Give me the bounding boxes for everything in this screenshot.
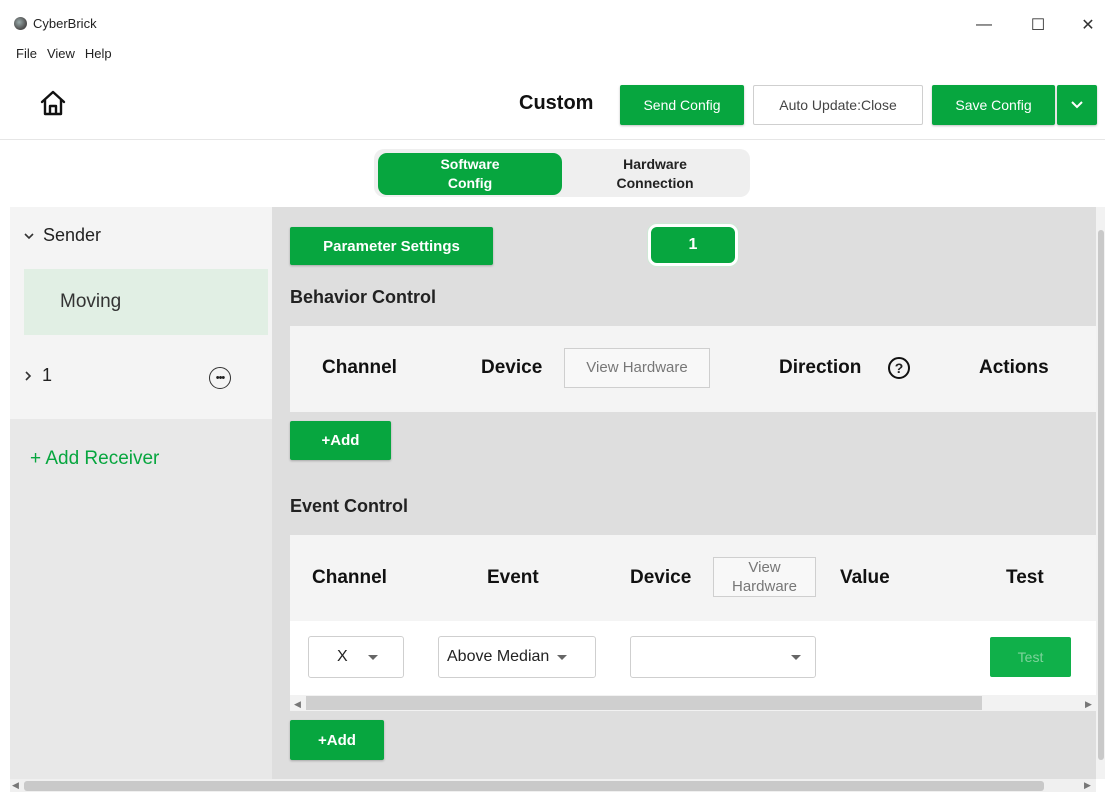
behavior-col-device: Device <box>481 357 543 378</box>
tab-hardware-connection[interactable]: Hardware Connection <box>565 153 745 195</box>
scroll-right-icon[interactable]: ▶ <box>1084 780 1091 791</box>
menu-bar: File View Help <box>0 46 112 68</box>
event-select[interactable]: Above Median <box>438 636 596 678</box>
caret-down-icon <box>557 654 568 660</box>
horizontal-scroll-thumb[interactable] <box>24 781 1044 791</box>
scroll-left-icon[interactable]: ◀ <box>12 780 19 791</box>
behavior-control-title: Behavior Control <box>290 287 437 307</box>
chevron-down-icon <box>1071 101 1083 109</box>
menu-file[interactable]: File <box>16 46 37 68</box>
event-add-button[interactable]: +Add <box>290 720 384 760</box>
event-control-title: Event Control <box>290 496 409 516</box>
tab-software-config[interactable]: Software Config <box>378 153 562 195</box>
close-button[interactable]: ✕ <box>1068 10 1105 40</box>
chevron-down-icon <box>24 232 34 239</box>
event-col-test: Test <box>1006 567 1044 588</box>
scroll-left-icon[interactable]: ◀ <box>294 699 301 710</box>
help-icon[interactable]: ? <box>888 357 910 379</box>
app-logo-icon <box>14 17 27 30</box>
vertical-scroll-thumb[interactable] <box>1098 230 1104 760</box>
window-title: CyberBrick <box>33 16 97 31</box>
sidebar-item-receiver[interactable]: 1 <box>24 365 52 386</box>
behavior-col-actions: Actions <box>979 357 1049 378</box>
device-select[interactable] <box>630 636 816 678</box>
page-title: Custom <box>519 92 594 114</box>
chevron-right-icon <box>25 370 32 381</box>
view-hardware-button[interactable]: View Hardware <box>564 348 710 388</box>
menu-view[interactable]: View <box>47 46 75 68</box>
event-col-event: Event <box>487 567 539 588</box>
save-options-dropdown[interactable] <box>1057 85 1097 125</box>
scroll-right-icon[interactable]: ▶ <box>1085 699 1092 710</box>
minimize-button[interactable]: — <box>964 10 1004 40</box>
menu-help[interactable]: Help <box>85 46 112 68</box>
event-col-device: Device <box>630 567 692 588</box>
maximize-button[interactable]: ☐ <box>1018 10 1058 40</box>
more-options-icon[interactable]: ••• <box>209 367 231 389</box>
event-view-hardware-button[interactable]: View Hardware <box>713 557 816 597</box>
event-table-header <box>290 535 1096 621</box>
auto-update-button[interactable]: Auto Update:Close <box>753 85 923 125</box>
title-bar <box>0 0 1105 44</box>
behavior-add-button[interactable]: +Add <box>290 421 391 460</box>
caret-down-icon <box>367 654 378 660</box>
event-col-channel: Channel <box>312 567 387 588</box>
behavior-col-channel: Channel <box>322 357 397 378</box>
send-config-button[interactable]: Send Config <box>620 85 744 125</box>
save-config-button[interactable]: Save Config <box>932 85 1055 125</box>
event-col-value: Value <box>840 567 890 588</box>
test-button[interactable]: Test <box>990 637 1071 677</box>
header-divider <box>0 139 1105 140</box>
channel-select[interactable]: X <box>308 636 404 678</box>
sidebar-item-moving[interactable]: Moving <box>24 269 268 335</box>
receiver-badge[interactable]: 1 <box>648 224 738 266</box>
home-icon[interactable] <box>38 88 68 118</box>
behavior-col-direction: Direction <box>779 357 862 378</box>
sidebar-item-sender[interactable]: Sender <box>24 225 101 246</box>
table-scroll-thumb[interactable] <box>306 696 982 710</box>
add-receiver-button[interactable]: + Add Receiver <box>30 448 159 470</box>
parameter-settings-button[interactable]: Parameter Settings <box>290 227 493 265</box>
caret-down-icon <box>791 654 801 660</box>
